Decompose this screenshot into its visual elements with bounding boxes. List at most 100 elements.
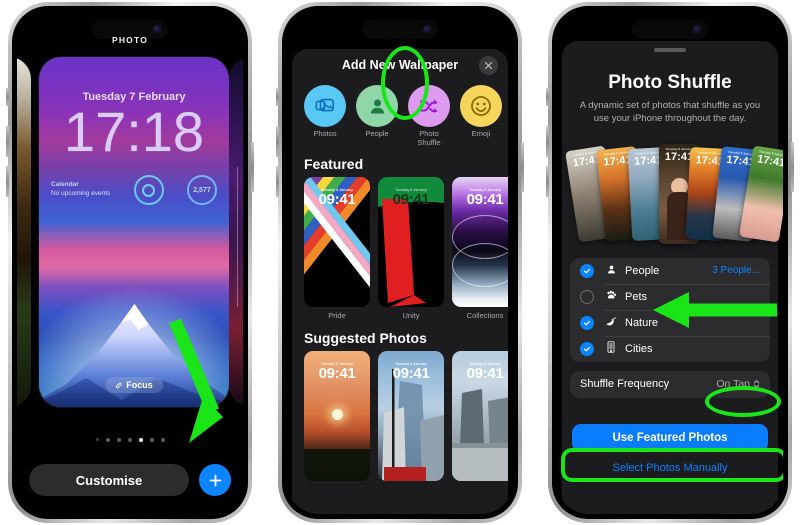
person-icon [603,264,619,278]
screenshot-stage: PHOTO Tuesday 7 February 17:18 Calendar … [0,0,800,525]
photo-shuffle-subtitle: A dynamic set of photos that shuffle as … [579,100,761,124]
front-camera-icon [153,25,162,34]
silent-switch[interactable] [6,88,9,106]
featured-item-unity[interactable]: Tuesday 8 January 09:41 Unity [378,177,444,320]
category-row-cities[interactable]: Cities [570,335,770,362]
volume-up-button[interactable] [546,126,549,157]
wallpaper-type-emoji[interactable]: Emoji [460,85,502,147]
volume-down-button[interactable] [6,166,9,197]
page-dot[interactable] [149,438,154,442]
thumbnail-time: 09:41 [392,365,430,383]
page-dot[interactable] [95,438,99,441]
wallpaper-name-label: PHOTO [111,35,149,45]
checkbox-checked[interactable] [580,263,594,278]
shuffle-frequency-current: On Tap [716,378,750,391]
phone1-screen: PHOTO Tuesday 7 February 17:18 Calendar … [17,11,243,514]
wallpaper-carousel[interactable]: Tuesday 7 February 17:18 Calendar No upc… [17,57,243,407]
silent-switch[interactable] [276,88,279,106]
checkbox-unchecked[interactable] [580,289,594,304]
category-row-people[interactable]: People 3 People... [570,258,770,284]
wallpaper-thumbnail[interactable]: Tuesday 8 January 09:41 [452,177,508,308]
wallpaper-thumbnail[interactable]: Tuesday 8 January 09:41 [378,177,444,308]
shuffle-icon [419,99,438,114]
suggested-section-title: Suggested Photos [304,330,427,347]
calendar-widget-text: No upcoming events [51,190,111,197]
lock-screen-time: 17:18 [63,100,205,163]
shuffle-frequency-row[interactable]: Shuffle Frequency On Tap [570,370,770,398]
featured-item-pride[interactable]: Tuesday 8 January 09:41 Pride [304,177,370,320]
select-photos-manually-link[interactable]: Select Photos Manually [562,462,778,474]
wallpaper-type-photo-shuffle[interactable]: Photo Shuffle [408,85,450,147]
power-button[interactable] [791,142,794,192]
page-dot-active[interactable] [138,438,143,442]
wallpaper-type-people[interactable]: People [356,85,398,147]
checkbox-checked[interactable] [580,315,594,330]
chevron-updown-icon [753,380,760,389]
volume-up-button[interactable] [276,126,279,157]
photos-icon [315,98,335,112]
thumbnail-time: 09:41 [466,191,504,209]
wallpaper-thumb-city [229,57,243,407]
wallpaper-type-photos[interactable]: Photos [304,85,346,147]
paw-icon [603,289,619,304]
use-featured-photos-button[interactable]: Use Featured Photos [572,423,768,452]
silent-switch[interactable] [546,88,549,106]
wallpaper-thumbnail[interactable]: Tuesday 8 January 09:41 [304,177,370,308]
page-dot[interactable] [160,438,165,442]
category-row-nature[interactable]: Nature [570,309,770,336]
page-dot[interactable] [105,438,110,442]
wallpaper-thumbnail[interactable]: Tuesday 8 January 09:41 [452,351,508,482]
lock-screen-widgets[interactable]: Calendar No upcoming events 2,577 [51,175,217,205]
thumbnail-time: 09:41 [466,365,504,383]
person-icon-circle [356,85,398,127]
shuffle-frequency-value[interactable]: On Tap [716,378,760,390]
thumbnail-time: 09:41 [392,191,430,209]
building-icon [603,341,619,356]
featured-thumbnails[interactable]: Tuesday 8 January 09:41 Pride Tuesday 8 … [292,177,508,320]
wallpaper-card-current[interactable]: Tuesday 7 February 17:18 Calendar No upc… [39,57,229,407]
iphone-lock-screen-chooser: PHOTO Tuesday 7 February 17:18 Calendar … [6,2,254,523]
steps-widget[interactable]: 2,577 [186,175,217,205]
emoji-icon [471,96,491,116]
power-button[interactable] [521,142,524,192]
suggested-thumbnails[interactable]: Tuesday 8 January 09:41 Tuesday 8 Januar… [292,351,508,482]
thumbnail-caption: Pride [328,311,346,321]
customise-button[interactable]: Customise [29,464,189,496]
focus-pill[interactable]: Focus [105,377,163,393]
wallpaper-thumbnail[interactable]: Tuesday 8 January 09:41 [378,351,444,482]
close-button[interactable] [479,56,498,75]
page-dot[interactable] [116,438,121,442]
add-wallpaper-button[interactable] [199,464,231,496]
wallpaper-card-previous[interactable] [17,57,31,407]
front-camera-icon [693,25,702,34]
calendar-widget[interactable]: Calendar No upcoming events [51,181,110,199]
page-indicator[interactable] [17,438,243,442]
plus-icon [209,474,221,486]
volume-down-button[interactable] [546,166,549,197]
wallpaper-type-label: Photos [313,129,337,138]
activity-ring-widget[interactable] [133,175,164,205]
photo-preview-stack[interactable]: Tuesday 8 January 17:41 Tuesday 8 Januar… [565,136,783,246]
category-label: Cities [625,342,653,355]
wallpaper-image-mountain: Tuesday 7 February 17:18 Calendar No upc… [39,57,229,407]
checkbox-checked[interactable] [580,341,594,356]
category-row-pets[interactable]: Pets [570,283,770,310]
suggested-item-city-2[interactable]: Tuesday 8 January 09:41 [452,351,508,482]
volume-down-button[interactable] [276,166,279,197]
featured-item-collections[interactable]: Tuesday 8 January 09:41 Collections [452,177,508,320]
wallpaper-thumbnail[interactable]: Tuesday 8 January 09:41 [304,351,370,482]
photo-shuffle-title: Photo Shuffle [608,72,732,93]
photos-icon-circle [304,85,346,127]
category-label: People [625,264,660,277]
suggested-item-sunset[interactable]: Tuesday 8 January 09:41 [304,351,370,482]
link-icon [115,382,122,388]
wallpaper-card-next[interactable] [229,57,243,407]
category-meta[interactable]: 3 People... [712,265,760,276]
suggested-item-city-1[interactable]: Tuesday 8 January 09:41 [378,351,444,482]
shuffle-frequency-label: Shuffle Frequency [580,378,670,391]
volume-up-button[interactable] [6,126,9,157]
wallpaper-type-row[interactable]: Photos People Photo Shuffle Emoji [292,81,508,147]
power-button[interactable] [251,142,254,192]
page-dot[interactable] [127,438,132,442]
sheet-grabber[interactable] [654,48,686,52]
